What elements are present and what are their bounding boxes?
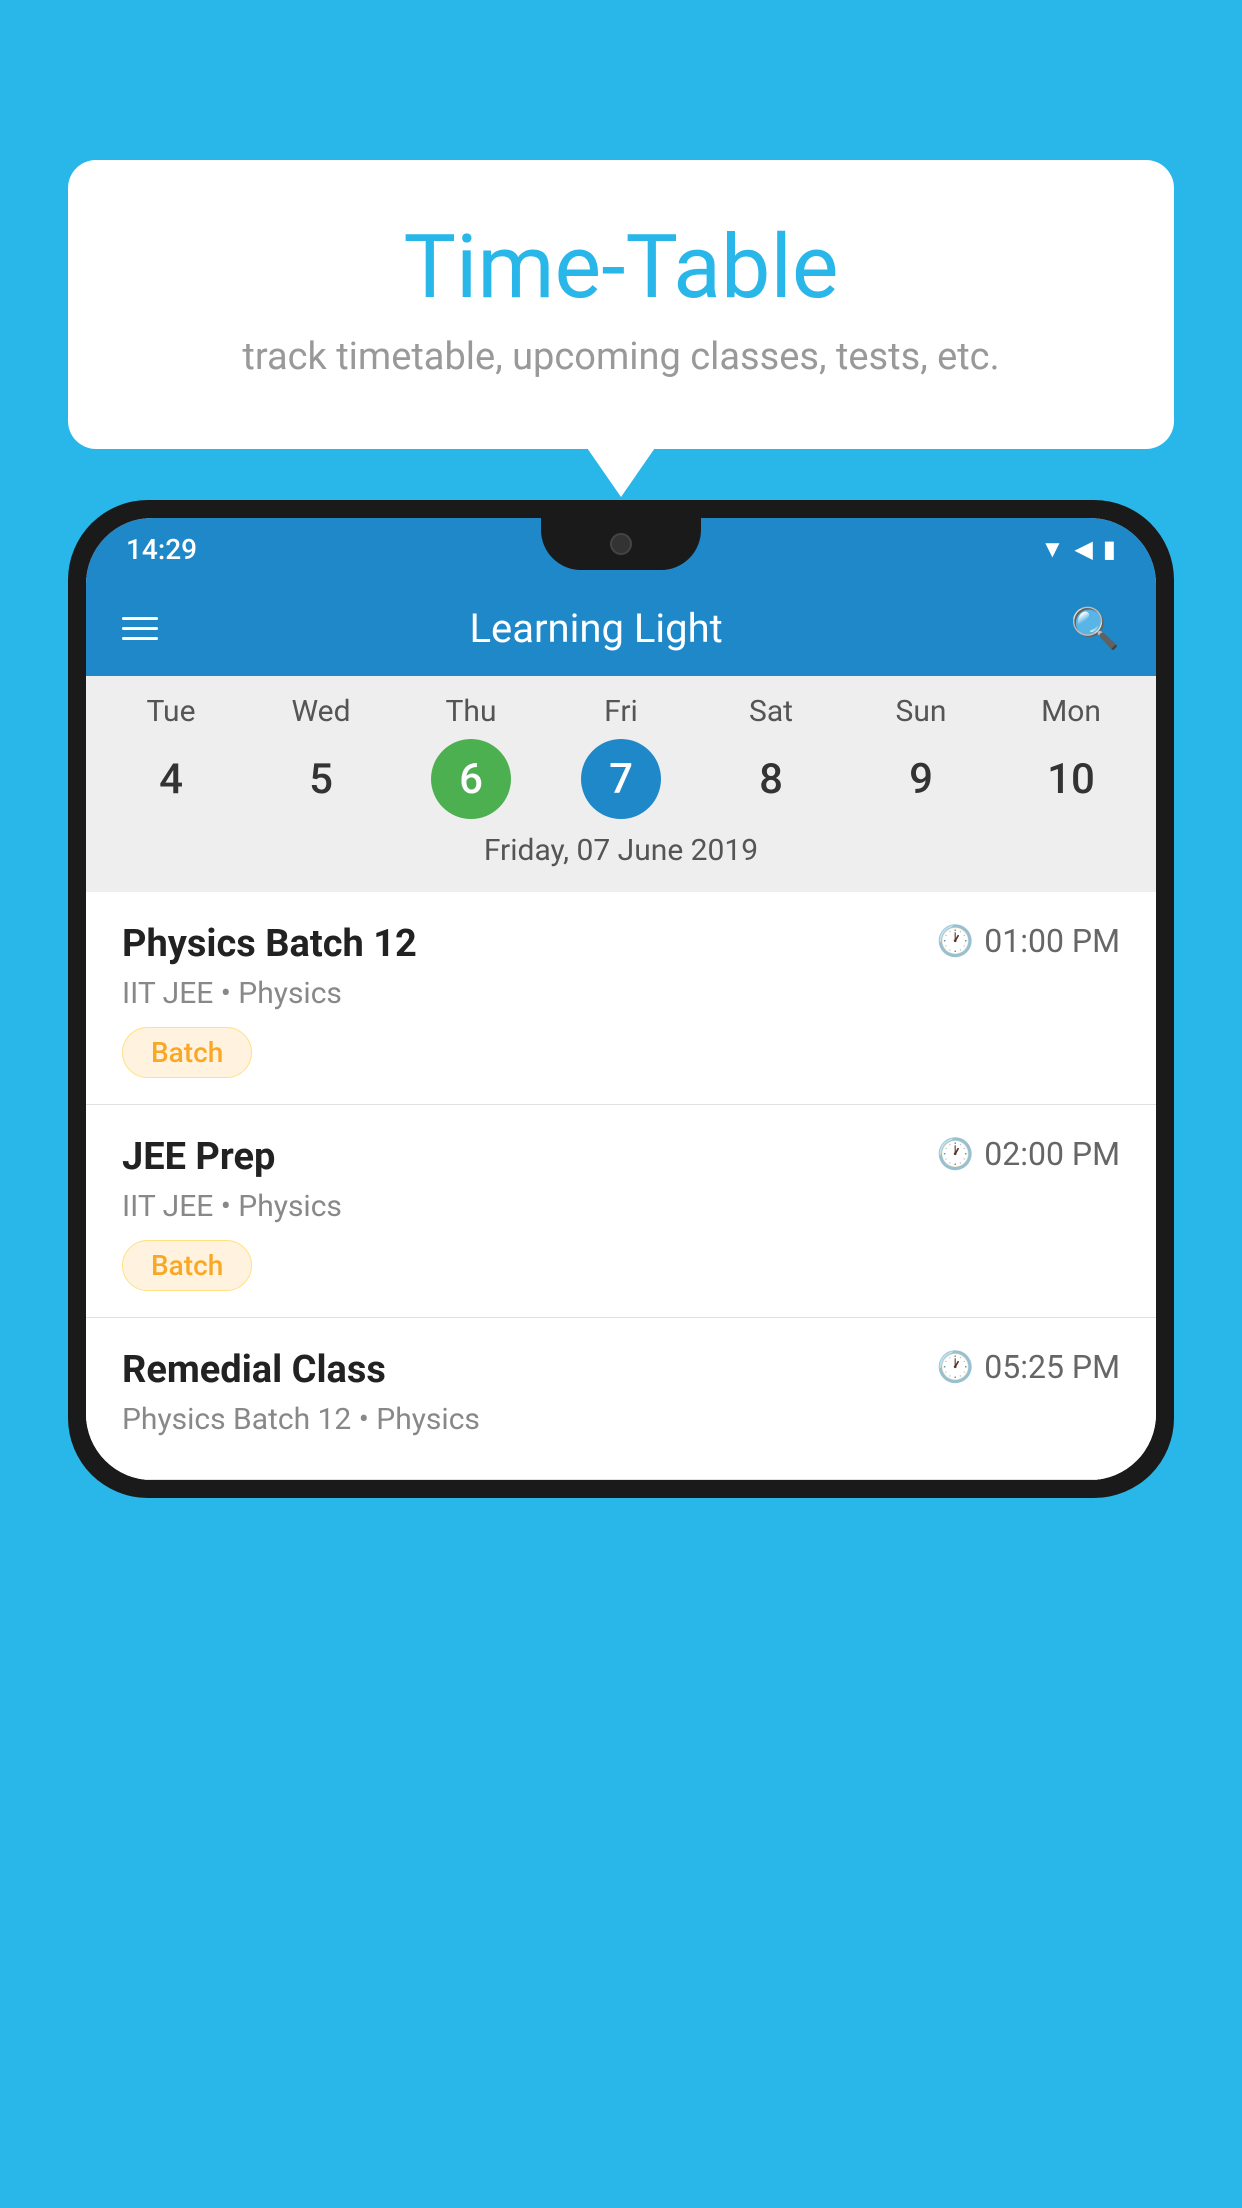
calendar-strip: Tue 4 Wed 5 Thu 6 Fri 7 Sat 8 Sun 9 Mon 10 Friday, 07…	[86, 676, 1156, 892]
phone-camera	[610, 533, 632, 555]
day-name: Wed	[292, 694, 351, 729]
item-time: 🕐 05:25 PM	[937, 1348, 1120, 1386]
selected-date-label: Friday, 07 June 2019	[86, 819, 1156, 886]
item-badge: Batch	[122, 1027, 252, 1078]
day-col-tue[interactable]: Tue 4	[101, 694, 241, 819]
schedule-item-2[interactable]: Remedial Class 🕐 05:25 PM Physics Batch …	[86, 1318, 1156, 1480]
status-icons: ▼ ◀ ▮	[1041, 535, 1116, 564]
day-col-mon[interactable]: Mon 10	[1001, 694, 1141, 819]
day-col-wed[interactable]: Wed 5	[251, 694, 391, 819]
day-col-sat[interactable]: Sat 8	[701, 694, 841, 819]
item-time: 🕐 02:00 PM	[937, 1135, 1120, 1173]
clock-icon: 🕐	[937, 924, 974, 959]
day-name: Sat	[749, 694, 793, 729]
wifi-icon: ▼	[1041, 535, 1065, 564]
item-title: Remedial Class	[122, 1348, 386, 1392]
day-number: 10	[1031, 739, 1111, 819]
bubble-subtitle: track timetable, upcoming classes, tests…	[118, 335, 1124, 379]
schedule-item-header: JEE Prep 🕐 02:00 PM	[122, 1135, 1120, 1179]
item-subtitle: Physics Batch 12 • Physics	[122, 1402, 1120, 1437]
day-col-sun[interactable]: Sun 9	[851, 694, 991, 819]
item-subtitle: IIT JEE • Physics	[122, 976, 1120, 1011]
clock-icon: 🕐	[937, 1137, 974, 1172]
schedule-item-0[interactable]: Physics Batch 12 🕐 01:00 PM IIT JEE • Ph…	[86, 892, 1156, 1105]
day-number: 6	[431, 739, 511, 819]
app-title: Learning Light	[188, 605, 1004, 652]
app-bar: Learning Light 🔍	[86, 580, 1156, 676]
day-number: 5	[281, 739, 361, 819]
day-col-thu[interactable]: Thu 6	[401, 694, 541, 819]
item-subtitle: IIT JEE • Physics	[122, 1189, 1120, 1224]
bubble-title: Time-Table	[118, 220, 1124, 317]
item-title: JEE Prep	[122, 1135, 275, 1179]
day-name: Sun	[896, 694, 947, 729]
schedule-item-header: Remedial Class 🕐 05:25 PM	[122, 1348, 1120, 1392]
item-title: Physics Batch 12	[122, 922, 417, 966]
speech-bubble: Time-Table track timetable, upcoming cla…	[68, 160, 1174, 449]
day-number: 7	[581, 739, 661, 819]
phone-notch	[541, 518, 701, 570]
signal-icon: ◀	[1074, 535, 1092, 563]
days-row: Tue 4 Wed 5 Thu 6 Fri 7 Sat 8 Sun 9 Mon 10	[86, 694, 1156, 819]
day-name: Thu	[446, 694, 497, 729]
battery-icon: ▮	[1103, 535, 1116, 563]
item-time: 🕐 01:00 PM	[937, 922, 1120, 960]
day-number: 9	[881, 739, 961, 819]
day-number: 8	[731, 739, 811, 819]
search-icon[interactable]: 🔍	[1070, 605, 1120, 652]
phone-mockup: 14:29 ▼ ◀ ▮ Learning Light 🔍 Tue4W	[68, 500, 1174, 2208]
menu-icon[interactable]	[122, 617, 158, 640]
day-name: Fri	[604, 694, 638, 729]
status-time: 14:29	[126, 533, 197, 566]
schedule-item-header: Physics Batch 12 🕐 01:00 PM	[122, 922, 1120, 966]
schedule-item-1[interactable]: JEE Prep 🕐 02:00 PM IIT JEE • Physics Ba…	[86, 1105, 1156, 1318]
clock-icon: 🕐	[937, 1350, 974, 1385]
day-name: Tue	[147, 694, 196, 729]
day-name: Mon	[1041, 694, 1101, 729]
day-number: 4	[131, 739, 211, 819]
item-badge: Batch	[122, 1240, 252, 1291]
schedule-list: Physics Batch 12 🕐 01:00 PM IIT JEE • Ph…	[86, 892, 1156, 1480]
day-col-fri[interactable]: Fri 7	[551, 694, 691, 819]
phone-screen: 14:29 ▼ ◀ ▮ Learning Light 🔍 Tue4W	[86, 518, 1156, 1480]
